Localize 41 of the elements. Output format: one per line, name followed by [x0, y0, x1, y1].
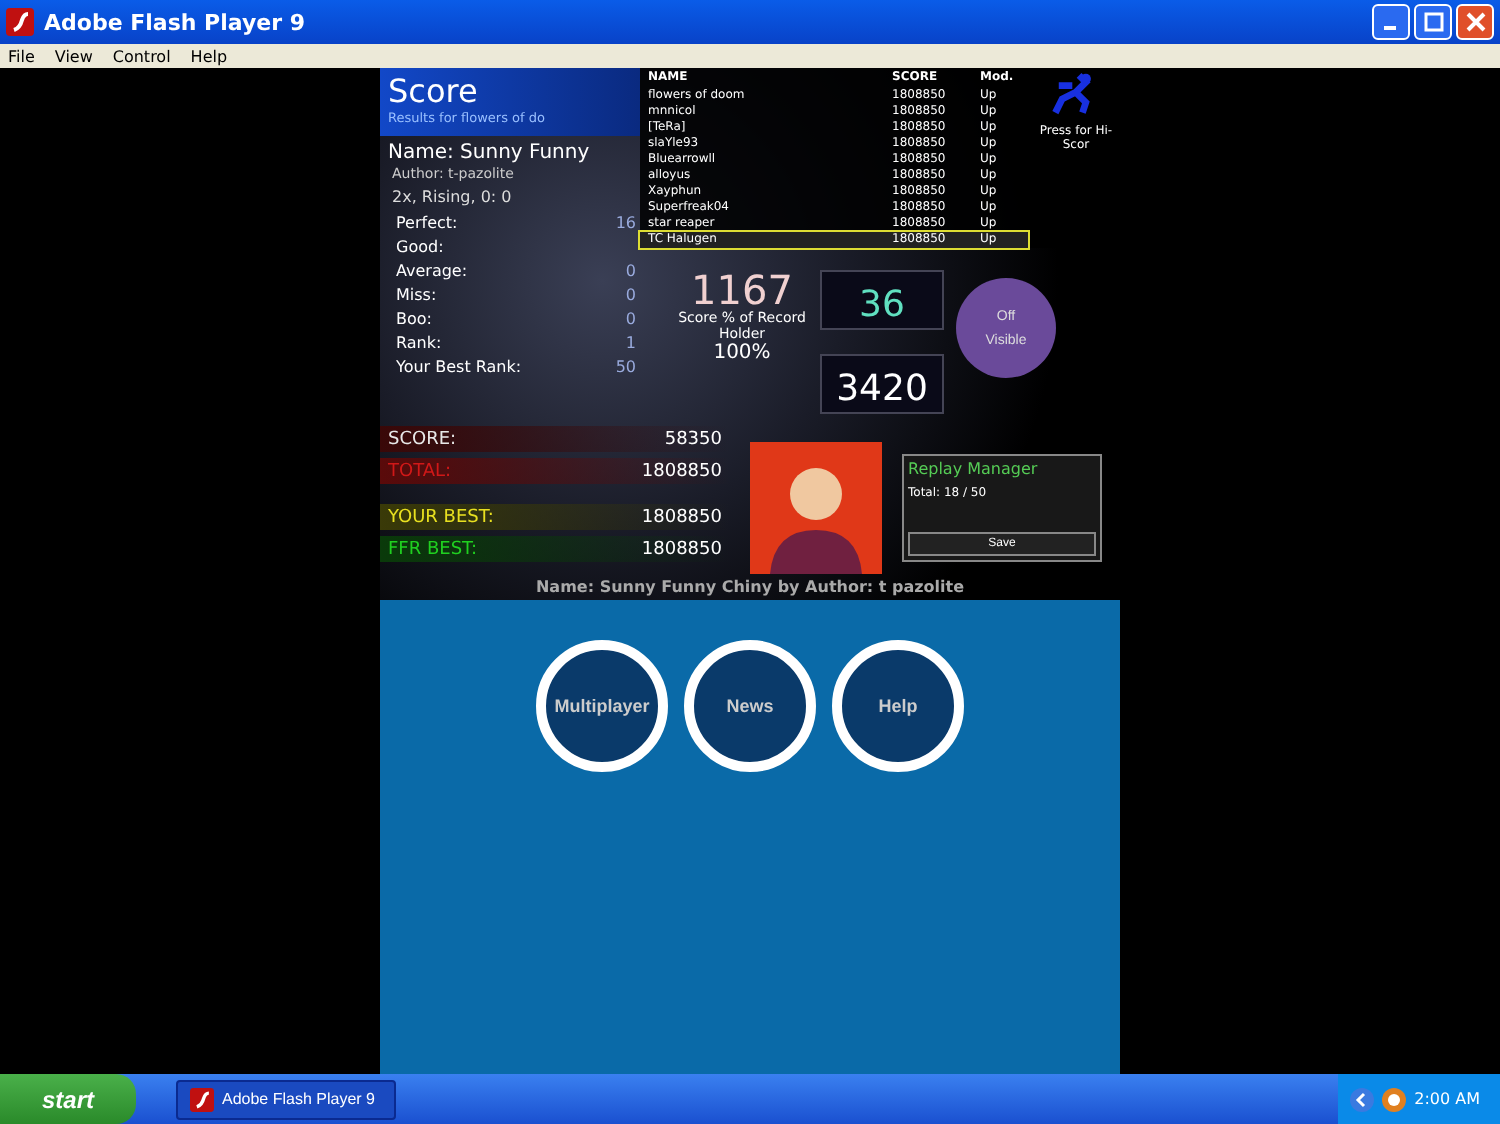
- song-settings: 2x, Rising, 0: 0: [390, 186, 514, 210]
- score-value: 1808850: [641, 507, 722, 527]
- menu-button[interactable]: News: [684, 640, 816, 772]
- song-caption: Name: Sunny Funny Chiny by Author: t pazolite: [533, 578, 967, 596]
- stat-value: 16: [615, 213, 636, 231]
- menu-button[interactable]: Help: [832, 640, 964, 772]
- stat-label: Miss:: [396, 285, 437, 303]
- score-label: FFR BEST:: [388, 539, 478, 559]
- stat-label: Rank:: [396, 333, 442, 351]
- menu-item[interactable]: Control: [112, 47, 171, 65]
- stat-value: 0: [625, 261, 636, 279]
- score-value: 58350: [664, 429, 722, 449]
- taskbar-button[interactable]: Adobe Flash Player 9: [176, 1079, 396, 1119]
- stat-value: 0: [625, 309, 636, 327]
- combo-counter: 36: [820, 270, 944, 330]
- stat-value: 1: [625, 333, 636, 351]
- menu-item[interactable]: View: [54, 47, 93, 65]
- score-label: YOUR BEST:: [388, 507, 494, 527]
- menu-button[interactable]: Multiplayer: [536, 640, 668, 772]
- score-title: Score: [388, 72, 478, 110]
- stat-label: Good:: [396, 237, 444, 255]
- clock: 2:00 AM: [1414, 1090, 1480, 1108]
- window-title: Adobe Flash Player 9: [44, 9, 307, 35]
- menu-item[interactable]: Help: [190, 47, 228, 65]
- stat-label: Boo:: [396, 309, 432, 327]
- arrows-counter: 3420: [820, 354, 944, 414]
- stat-value: 50: [615, 357, 636, 375]
- score-value: 1808850: [641, 461, 722, 481]
- stat-label: Your Best Rank:: [396, 357, 522, 375]
- stat-label: Perfect:: [396, 213, 458, 231]
- stat-label: Average:: [396, 261, 468, 279]
- score-label: TOTAL:: [388, 461, 452, 481]
- record-percent: 100%: [711, 342, 773, 364]
- score-value: 1808850: [641, 539, 722, 559]
- start-button[interactable]: start: [0, 1074, 136, 1124]
- stat-value: 0: [625, 285, 636, 303]
- song-name: Name: Sunny Funny: [386, 140, 592, 164]
- menu-item[interactable]: File: [8, 47, 35, 65]
- record-value: 1167: [691, 270, 793, 310]
- replay-title: Replay Manager: [908, 460, 1040, 478]
- score-label: SCORE:: [388, 429, 457, 449]
